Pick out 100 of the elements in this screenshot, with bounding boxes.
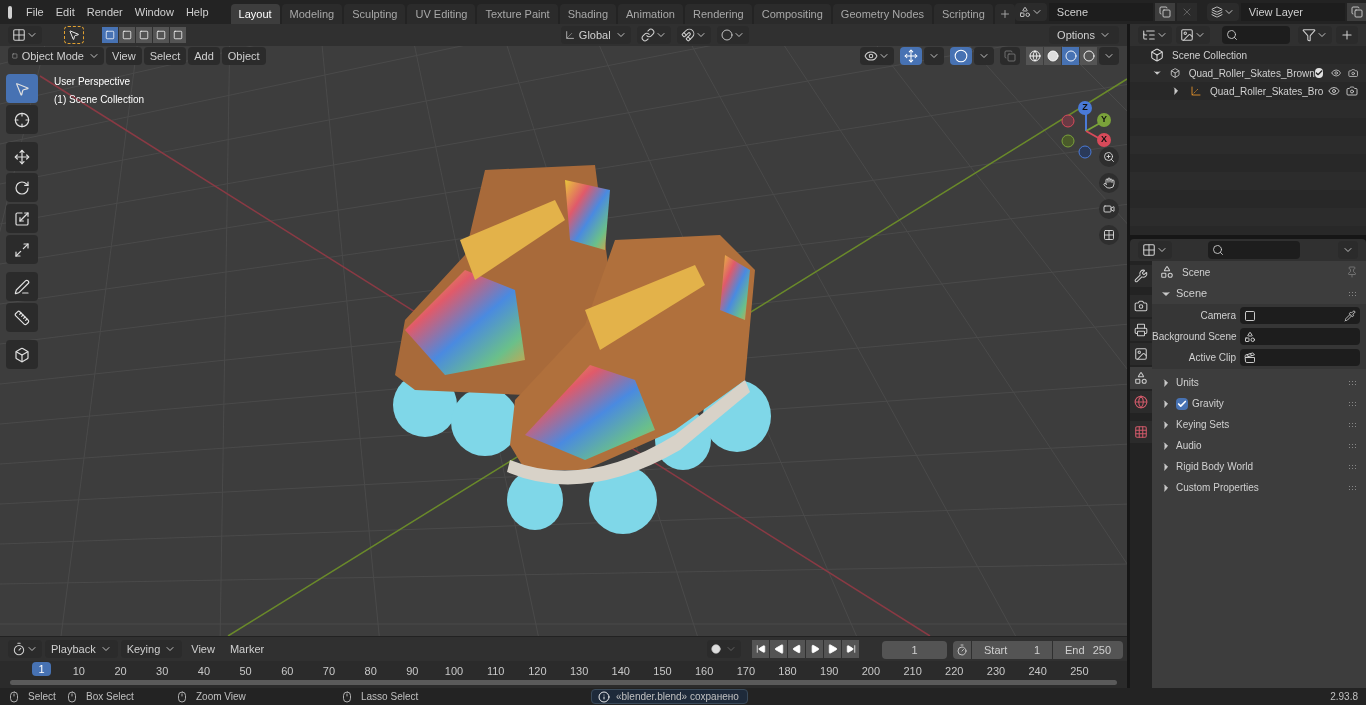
menu-item[interactable]: View [185,640,221,658]
jump-end-button[interactable] [842,640,859,658]
workspace-tab[interactable]: Layout [230,4,280,24]
workspace-tab[interactable]: Compositing [753,4,831,24]
shading-mode-button[interactable] [1044,47,1061,65]
scene-field[interactable]: Scene [1048,3,1153,21]
properties-tab[interactable] [1130,295,1152,317]
object-field[interactable] [1240,328,1360,345]
next-keyframe-button[interactable] [824,640,841,658]
dropdown-button[interactable] [1338,241,1358,259]
timeline-scrollbar[interactable] [10,680,1117,685]
panel-title[interactable]: Custom Properties [1176,480,1259,495]
axis-handle[interactable]: X [1097,133,1111,147]
current-frame-field[interactable]: 1 [882,641,947,659]
panel-title[interactable]: Gravity [1192,396,1224,411]
panel-title[interactable]: Keying Sets [1176,417,1230,432]
menu-item[interactable]: Object [221,47,266,65]
menu-item[interactable]: Add [188,47,220,65]
current-frame-marker[interactable]: 1 [32,662,51,676]
view-layer-selector-button[interactable] [1206,3,1239,21]
search-field[interactable] [1208,241,1300,259]
stopwatch-button[interactable] [953,641,971,659]
tool-button[interactable] [6,142,38,171]
proportional-edit-button[interactable] [716,26,749,44]
workspace-tab[interactable]: Modeling [281,4,343,24]
menu-item[interactable]: File [20,0,50,24]
outliner-item[interactable]: Scene Collection [1172,47,1248,63]
tool-button[interactable] [6,303,38,332]
menu-item[interactable]: View [106,47,142,65]
menu-item[interactable]: Edit [49,0,81,24]
shading-mode-button[interactable] [1026,47,1043,65]
properties-tab[interactable] [1130,367,1152,389]
dropdown-button[interactable] [1099,47,1119,65]
prev-keyframe-button[interactable] [770,640,787,658]
copy-button[interactable] [1154,3,1175,21]
workspace-tab[interactable]: Texture Paint [477,4,558,24]
workspace-tab[interactable]: Animation [618,4,683,24]
properties-tab[interactable] [1130,343,1152,365]
overlay-toggle-button[interactable] [950,47,972,65]
scene-selector-button[interactable] [1014,3,1047,21]
perspective-button[interactable] [1099,225,1119,245]
add-workspace-button[interactable] [994,4,1015,24]
panel-title[interactable]: Scene [1176,285,1208,302]
mode-dropdown[interactable]: Object Mode [8,47,104,65]
axis-handle[interactable]: Z [1078,101,1092,115]
jump-start-button[interactable] [752,640,769,658]
checkbox[interactable] [1176,397,1188,410]
properties-tab[interactable] [1130,319,1152,341]
pan-button[interactable] [1099,173,1119,193]
options-dropdown[interactable]: Options [1049,26,1119,44]
start-frame-field[interactable]: Start 1 [972,641,1052,659]
camera-view-button[interactable] [1099,199,1119,219]
object-field[interactable] [1240,307,1360,324]
end-frame-field[interactable]: End 250 [1053,641,1123,659]
record-button[interactable] [707,640,741,658]
panel-title[interactable]: Units [1176,375,1199,390]
menu-item[interactable]: Render [80,0,129,24]
workspace-tab[interactable]: UV Editing [407,4,476,24]
tool-button[interactable] [6,235,38,264]
selection-mode-button[interactable] [102,27,118,43]
pivot-button[interactable] [636,26,671,44]
workspace-tab[interactable]: Sculpting [344,4,406,24]
workspace-tab[interactable]: Geometry Nodes [832,4,932,24]
active-tool-button[interactable] [64,26,84,44]
object-field[interactable] [1240,349,1360,366]
copy-button[interactable] [1346,3,1366,21]
properties-tab[interactable] [1130,265,1152,287]
shading-mode-button[interactable] [1062,47,1079,65]
play-reverse-button[interactable] [788,640,805,658]
tool-button[interactable] [6,105,38,134]
view-layer-field[interactable]: View Layer [1240,3,1345,21]
play-button[interactable] [806,640,823,658]
close-button[interactable] [1176,3,1197,21]
menu-dropdown[interactable]: Keying [120,640,183,658]
tool-button[interactable] [6,173,38,202]
display-mode-button[interactable] [1138,26,1172,44]
axis-handle[interactable]: Y [1097,113,1111,127]
selection-mode-button[interactable] [119,27,135,43]
editor-type-button[interactable] [1138,241,1172,259]
tool-button[interactable] [6,204,38,233]
editor-type-button[interactable] [8,26,42,44]
menu-item[interactable]: Help [179,0,215,24]
zoom-button[interactable] [1099,147,1119,167]
selection-mode-button[interactable] [136,27,152,43]
workspace-tab[interactable]: Shading [559,4,617,24]
checkbox[interactable] [1314,68,1324,78]
menu-item[interactable]: Select [143,47,187,65]
outliner-item[interactable]: Quad_Roller_Skates_Brown [1188,65,1315,81]
tool-button[interactable] [6,340,38,369]
tool-button[interactable] [6,272,38,301]
transform-orientation-dropdown[interactable]: Global [560,26,631,44]
workspace-tab[interactable]: Scripting [934,4,993,24]
panel-title[interactable]: Audio [1176,438,1202,453]
new-collection-button[interactable] [1336,26,1358,44]
filter-button[interactable] [1298,26,1332,44]
menu-item[interactable]: Window [128,0,180,24]
outliner-item[interactable]: Quad_Roller_Skates_Bro [1210,83,1324,99]
search-field[interactable] [1222,26,1290,44]
workspace-tab[interactable]: Rendering [684,4,752,24]
visibility-button[interactable] [860,47,894,65]
